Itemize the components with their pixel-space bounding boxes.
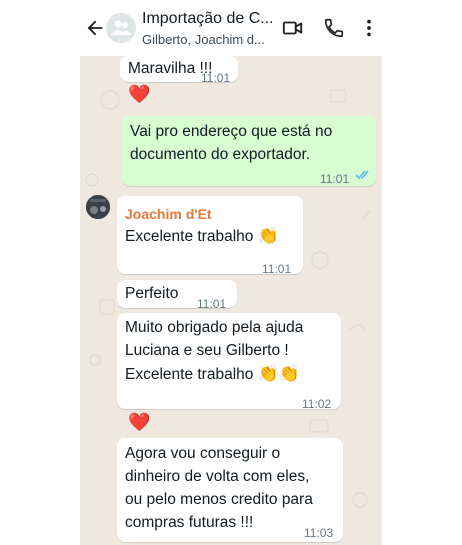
more-options-icon[interactable] xyxy=(358,17,380,39)
message-text: Perfeito xyxy=(125,285,179,302)
message-bubble[interactable]: Perfeito 11:01 xyxy=(117,280,237,311)
back-arrow-icon[interactable] xyxy=(84,17,106,39)
heart-reaction-icon[interactable]: ❤️ xyxy=(128,84,150,104)
heart-reaction-icon[interactable]: ❤️ xyxy=(128,412,150,432)
message-text: Maravilha !!! xyxy=(128,60,213,77)
clapping-hands-icon: 👏 xyxy=(257,226,279,245)
message-text-line: Vai pro endereço que está no xyxy=(130,123,333,140)
avatar xyxy=(86,195,110,219)
sender-name[interactable]: Joachim d'Et xyxy=(125,202,212,226)
message-time: 11:01 xyxy=(320,172,350,186)
message-time: 11:01 xyxy=(262,262,292,276)
outgoing-message-bubble[interactable]: Vai pro endereço que está no documento d… xyxy=(122,116,376,186)
message-bubble[interactable]: Agora vou conseguir o dinheiro de volta … xyxy=(117,438,343,542)
phone-screen: Importação de C... Gilberto, Joachim d..… xyxy=(80,0,382,545)
message-bubble[interactable]: Maravilha !!! 11:01 xyxy=(120,56,238,85)
message-bubble[interactable]: Muito obrigado pela ajuda Luciana e seu … xyxy=(117,313,341,411)
message-text: Excelente trabalho xyxy=(125,366,254,383)
message-time: 11:01 xyxy=(201,71,231,85)
double-check-icon xyxy=(355,170,369,180)
message-time: 11:03 xyxy=(304,526,334,540)
sender-avatar[interactable] xyxy=(86,195,110,219)
group-avatar[interactable] xyxy=(106,13,136,43)
message-text-line: Excelente trabalho 👏 xyxy=(125,224,279,249)
video-call-icon[interactable] xyxy=(282,17,304,39)
message-text-line: Muito obrigado pela ajuda xyxy=(125,319,304,336)
message-text-line: Luciana e seu Gilberto ! xyxy=(125,342,289,359)
group-avatar-icon xyxy=(111,20,131,35)
message-text-line: ou pelo menos credito para xyxy=(125,491,313,508)
message-text: Excelente trabalho xyxy=(125,228,254,245)
message-text-line: compras futuras !!! xyxy=(125,514,254,531)
chat-title[interactable]: Importação de C... xyxy=(142,10,272,28)
message-text-line: documento do exportador. xyxy=(130,146,311,163)
clapping-hands-icon: 👏👏 xyxy=(257,364,301,383)
chat-header: Importação de C... Gilberto, Joachim d..… xyxy=(80,0,382,56)
voice-call-icon[interactable] xyxy=(323,17,345,39)
message-list: Maravilha !!! 11:01 ❤️ Vai pro endereço … xyxy=(80,56,382,545)
chat-participants[interactable]: Gilberto, Joachim d... xyxy=(142,32,272,47)
message-bubble[interactable]: Joachim d'Et Excelente trabalho 👏 11:01 xyxy=(117,196,303,276)
message-time: 11:02 xyxy=(302,397,332,411)
message-text-line: Excelente trabalho 👏👏 xyxy=(125,362,300,387)
message-text-line: dinheiro de volta com eles, xyxy=(125,468,310,485)
message-text-line: Agora vou conseguir o xyxy=(125,445,281,462)
